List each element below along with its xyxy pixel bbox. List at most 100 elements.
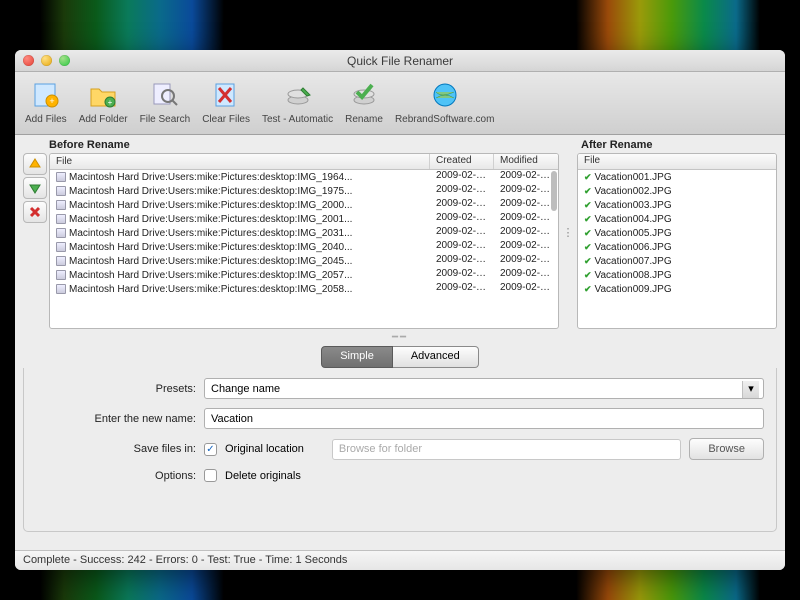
move-down-button[interactable]	[23, 177, 47, 199]
window-title: Quick File Renamer	[347, 54, 453, 68]
table-row[interactable]: ✔ Vacation005.JPG	[578, 226, 776, 240]
cell-modified: 2009-02-1...	[494, 282, 558, 296]
close-icon[interactable]	[23, 55, 34, 66]
table-row[interactable]: Macintosh Hard Drive:Users:mike:Pictures…	[50, 198, 558, 212]
mode-tabs: Simple Advanced	[15, 346, 785, 368]
file-search-button[interactable]: File Search	[136, 76, 195, 127]
file-icon	[56, 270, 66, 280]
tab-advanced[interactable]: Advanced	[393, 346, 479, 368]
cell-file: ✔ Vacation008.JPG	[578, 268, 776, 282]
file-icon	[56, 200, 66, 210]
panes-area: Before Rename File Created Modified Maci…	[15, 135, 785, 329]
cell-file: Macintosh Hard Drive:Users:mike:Pictures…	[50, 226, 430, 240]
add-folder-button[interactable]: + Add Folder	[75, 76, 132, 127]
search-icon	[148, 78, 182, 112]
col-created[interactable]: Created	[430, 154, 494, 169]
file-icon	[56, 284, 66, 294]
table-row[interactable]: Macintosh Hard Drive:Users:mike:Pictures…	[50, 240, 558, 254]
table-row[interactable]: ✔ Vacation008.JPG	[578, 268, 776, 282]
before-table[interactable]: File Created Modified Macintosh Hard Dri…	[49, 153, 559, 329]
table-row[interactable]: Macintosh Hard Drive:Users:mike:Pictures…	[50, 254, 558, 268]
minimize-icon[interactable]	[41, 55, 52, 66]
toolbar-label: Add Folder	[79, 114, 128, 125]
cell-file: Macintosh Hard Drive:Users:mike:Pictures…	[50, 170, 430, 184]
pane-splitter[interactable]: ⋮	[565, 135, 571, 329]
col-file[interactable]: File	[578, 154, 776, 169]
table-row[interactable]: ✔ Vacation002.JPG	[578, 184, 776, 198]
newname-input[interactable]: Vacation	[204, 408, 764, 429]
table-row[interactable]: Macintosh Hard Drive:Users:mike:Pictures…	[50, 268, 558, 282]
cell-created: 2009-02-1...	[430, 212, 494, 226]
delete-originals-checkbox[interactable]	[204, 469, 217, 482]
table-row[interactable]: ✔ Vacation001.JPG	[578, 170, 776, 184]
table-row[interactable]: Macintosh Hard Drive:Users:mike:Pictures…	[50, 184, 558, 198]
cell-modified: 2009-02-1...	[494, 268, 558, 282]
folder-input[interactable]: Browse for folder	[332, 439, 681, 460]
original-location-checkbox[interactable]: ✓	[204, 443, 217, 456]
remove-row-button[interactable]	[23, 201, 47, 223]
table-row[interactable]: ✔ Vacation003.JPG	[578, 198, 776, 212]
cell-file: Macintosh Hard Drive:Users:mike:Pictures…	[50, 212, 430, 226]
table-row[interactable]: ✔ Vacation006.JPG	[578, 240, 776, 254]
table-row[interactable]: Macintosh Hard Drive:Users:mike:Pictures…	[50, 282, 558, 296]
test-automatic-button[interactable]: Test - Automatic	[258, 76, 337, 127]
cell-file: Macintosh Hard Drive:Users:mike:Pictures…	[50, 240, 430, 254]
presets-label: Presets:	[36, 383, 196, 395]
add-files-button[interactable]: + Add Files	[21, 76, 71, 127]
presets-select[interactable]: Change name	[204, 378, 764, 399]
clear-files-button[interactable]: Clear Files	[198, 76, 254, 127]
horizontal-grip[interactable]: ━━	[15, 329, 785, 346]
globe-icon	[428, 78, 462, 112]
cell-file: Macintosh Hard Drive:Users:mike:Pictures…	[50, 282, 430, 296]
table-row[interactable]: ✔ Vacation009.JPG	[578, 282, 776, 296]
delete-originals-label: Delete originals	[225, 470, 301, 482]
newname-label: Enter the new name:	[36, 413, 196, 425]
svg-text:+: +	[49, 96, 54, 106]
toolbar-label: Clear Files	[202, 114, 250, 125]
site-link-button[interactable]: RebrandSoftware.com	[391, 76, 499, 127]
move-up-button[interactable]	[23, 153, 47, 175]
after-body[interactable]: ✔ Vacation001.JPG✔ Vacation002.JPG✔ Vaca…	[578, 170, 776, 328]
file-icon	[56, 256, 66, 266]
table-row[interactable]: Macintosh Hard Drive:Users:mike:Pictures…	[50, 226, 558, 240]
cell-created: 2009-02-1...	[430, 268, 494, 282]
toolbar: + Add Files + Add Folder File Search Cle…	[15, 72, 785, 135]
table-row[interactable]: ✔ Vacation004.JPG	[578, 212, 776, 226]
toolbar-label: Rename	[345, 114, 383, 125]
after-title: After Rename	[577, 135, 777, 153]
cell-file: ✔ Vacation009.JPG	[578, 282, 776, 296]
cell-modified: 2009-02-1...	[494, 254, 558, 268]
form-panel: Presets: Change name Enter the new name:…	[23, 368, 777, 532]
col-modified[interactable]: Modified	[494, 154, 558, 169]
traffic-lights	[23, 55, 70, 66]
table-row[interactable]: Macintosh Hard Drive:Users:mike:Pictures…	[50, 212, 558, 226]
scrollbar[interactable]	[551, 171, 557, 211]
before-body[interactable]: Macintosh Hard Drive:Users:mike:Pictures…	[50, 170, 558, 328]
add-folder-icon: +	[86, 78, 120, 112]
table-row[interactable]: ✔ Vacation007.JPG	[578, 254, 776, 268]
file-icon	[56, 242, 66, 252]
cell-file: ✔ Vacation004.JPG	[578, 212, 776, 226]
zoom-icon[interactable]	[59, 55, 70, 66]
titlebar[interactable]: Quick File Renamer	[15, 50, 785, 72]
col-file[interactable]: File	[50, 154, 430, 169]
cell-file: ✔ Vacation005.JPG	[578, 226, 776, 240]
file-icon	[56, 172, 66, 182]
cell-file: ✔ Vacation006.JPG	[578, 240, 776, 254]
file-icon	[56, 228, 66, 238]
cell-modified: 2009-02-1...	[494, 240, 558, 254]
cell-created: 2009-02-1...	[430, 240, 494, 254]
check-icon: ✔	[584, 214, 592, 225]
row-action-buttons	[23, 153, 47, 329]
file-icon	[56, 214, 66, 224]
cell-file: ✔ Vacation002.JPG	[578, 184, 776, 198]
browse-button[interactable]: Browse	[689, 438, 764, 460]
cell-created: 2009-02-1...	[430, 198, 494, 212]
cell-file: Macintosh Hard Drive:Users:mike:Pictures…	[50, 254, 430, 268]
savein-label: Save files in:	[36, 443, 196, 455]
rename-button[interactable]: Rename	[341, 76, 387, 127]
cell-file: Macintosh Hard Drive:Users:mike:Pictures…	[50, 184, 430, 198]
tab-simple[interactable]: Simple	[321, 346, 393, 368]
after-table[interactable]: File ✔ Vacation001.JPG✔ Vacation002.JPG✔…	[577, 153, 777, 329]
table-row[interactable]: Macintosh Hard Drive:Users:mike:Pictures…	[50, 170, 558, 184]
